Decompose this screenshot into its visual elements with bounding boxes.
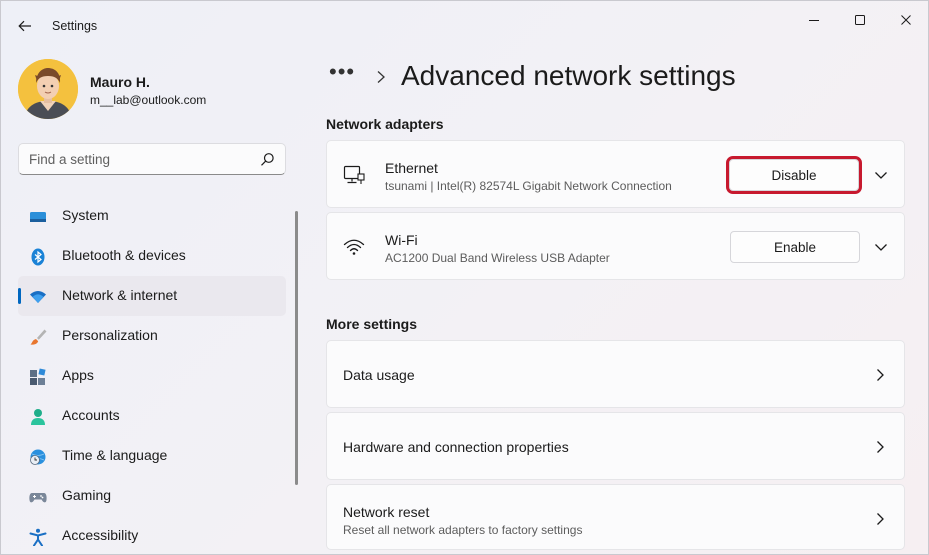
network-reset-label: Network reset — [343, 504, 430, 520]
app-title: Settings — [52, 19, 98, 33]
expand-ethernet-button[interactable] — [870, 164, 892, 186]
clock-globe-icon — [30, 449, 46, 465]
bluetooth-icon — [31, 248, 45, 266]
expand-wifi-button[interactable] — [870, 236, 892, 258]
hardware-properties-label: Hardware and connection properties — [343, 439, 569, 455]
sidebar-item-network[interactable]: Network & internet — [18, 276, 286, 316]
chevron-right-icon — [377, 71, 385, 83]
adapter-card-wifi[interactable]: Wi-Fi AC1200 Dual Band Wireless USB Adap… — [326, 212, 905, 280]
data-usage-label: Data usage — [343, 367, 415, 383]
sidebar-item-accessibility[interactable]: Accessibility — [18, 516, 286, 555]
enable-button[interactable]: Enable — [730, 231, 860, 263]
search-input[interactable] — [19, 144, 249, 174]
hardware-properties-row[interactable]: Hardware and connection properties — [326, 412, 905, 480]
adapter-card-ethernet[interactable]: Ethernet tsunami | Intel(R) 82574L Gigab… — [326, 140, 905, 208]
adapter-name: Ethernet — [385, 160, 438, 176]
close-button[interactable] — [883, 5, 929, 35]
person-icon — [31, 409, 45, 425]
disable-button[interactable]: Disable — [726, 156, 862, 194]
chevron-right-icon — [877, 513, 884, 525]
search-box — [18, 143, 286, 175]
back-button[interactable] — [11, 12, 39, 40]
system-icon — [30, 212, 46, 222]
section-title-more-settings: More settings — [326, 316, 418, 332]
search-icon[interactable] — [260, 152, 275, 167]
page-title: Advanced network settings — [401, 60, 736, 91]
maximize-button[interactable] — [837, 5, 883, 35]
adapter-description: AC1200 Dual Band Wireless USB Adapter — [385, 251, 610, 265]
close-icon — [901, 15, 911, 25]
sidebar-item-label: Time & language — [62, 447, 168, 463]
sidebar-item-system[interactable]: System — [18, 196, 286, 236]
chevron-right-icon — [877, 369, 884, 381]
sidebar-item-accounts[interactable]: Accounts — [18, 396, 286, 436]
breadcrumb: ••• — [329, 59, 387, 95]
wifi-signal-icon — [343, 239, 365, 255]
chevron-down-icon — [875, 244, 887, 251]
sidebar-item-personalization[interactable]: Personalization — [18, 316, 286, 356]
sidebar-item-label: Accessibility — [62, 527, 139, 543]
minimize-icon — [809, 20, 819, 21]
title-bar: Settings — [1, 1, 928, 51]
sidebar-item-label: Accounts — [62, 407, 120, 423]
wifi-icon — [30, 291, 46, 303]
data-usage-row[interactable]: Data usage — [326, 340, 905, 408]
settings-window: Settings Mauro H. m__lab@outlook.com Fin… — [0, 0, 929, 555]
user-name: Mauro H. — [90, 74, 150, 90]
gamepad-icon — [29, 493, 47, 503]
accessibility-icon — [29, 528, 47, 546]
chevron-down-icon — [875, 172, 887, 179]
sidebar-item-label: Apps — [62, 367, 94, 383]
sidebar-item-label: Bluetooth & devices — [62, 247, 186, 263]
sidebar-item-label: Network & internet — [62, 287, 178, 303]
sidebar-nav: System Bluetooth & devices Network & int… — [18, 196, 286, 555]
sidebar-item-apps[interactable]: Apps — [18, 356, 286, 396]
brush-icon — [30, 329, 47, 345]
sidebar-item-label: Personalization — [62, 327, 158, 343]
sidebar-item-bluetooth[interactable]: Bluetooth & devices — [18, 236, 286, 276]
sidebar-item-time-language[interactable]: Time & language — [18, 436, 286, 476]
adapter-name: Wi-Fi — [385, 232, 418, 248]
breadcrumb-overflow-button[interactable]: ••• — [329, 61, 361, 83]
minimize-button[interactable] — [791, 5, 837, 35]
sidebar-scrollbar[interactable] — [295, 211, 298, 485]
network-reset-row[interactable]: Network reset Reset all network adapters… — [326, 484, 905, 550]
user-avatar-icon — [18, 59, 78, 119]
apps-icon — [30, 368, 46, 385]
chevron-right-icon — [877, 441, 884, 453]
back-arrow-icon — [18, 20, 31, 32]
ethernet-icon — [343, 165, 365, 184]
maximize-icon — [855, 15, 865, 25]
section-title-network-adapters: Network adapters — [326, 116, 444, 132]
network-reset-description: Reset all network adapters to factory se… — [343, 523, 583, 537]
user-email: m__lab@outlook.com — [90, 93, 207, 107]
adapter-description: tsunami | Intel(R) 82574L Gigabit Networ… — [385, 179, 672, 193]
sidebar-item-gaming[interactable]: Gaming — [18, 476, 286, 516]
sidebar-item-label: Gaming — [62, 487, 112, 503]
avatar[interactable] — [18, 59, 78, 119]
sidebar-item-label: System — [62, 207, 109, 223]
